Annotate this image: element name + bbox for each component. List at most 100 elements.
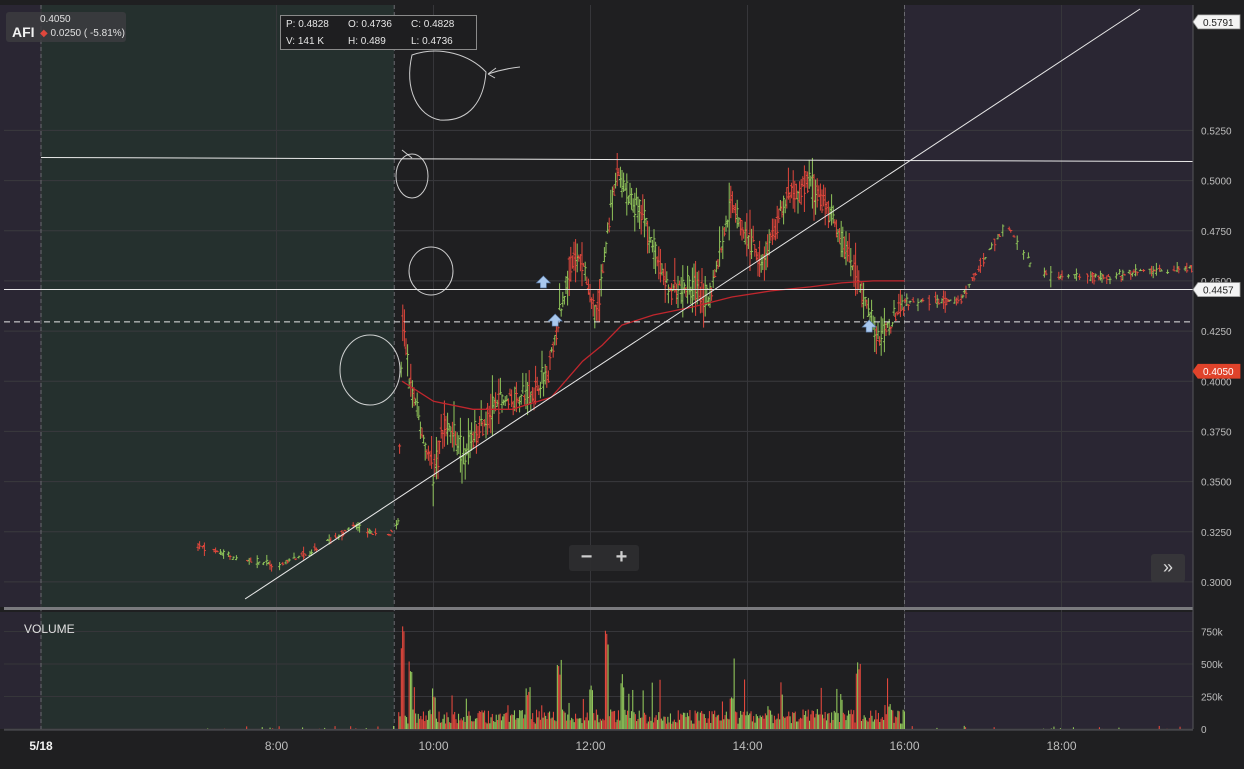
volume-bar [426,719,428,729]
volume-bar [598,722,600,729]
volume-bar [844,714,846,729]
volume-bar [822,714,824,729]
volume-bar [420,716,422,729]
volume-bar [767,706,769,729]
volume-bar [936,727,938,729]
volume-bar [664,716,666,729]
volume-bar [468,711,470,729]
volume-bar [487,710,489,729]
volume-bar [589,689,591,729]
volume-bar [801,718,803,729]
volume-bar [880,718,882,729]
volume-bar [736,712,738,729]
volume-bar [621,674,623,729]
volume-bar [459,720,461,729]
volume-bar [565,720,567,729]
volume-bar [728,719,730,729]
volume-bar [424,721,426,729]
volume-bar [872,721,874,729]
volume-bar [693,723,695,729]
zoom-in-button[interactable]: + [604,545,639,571]
volume-bar [759,715,761,729]
volume-bar [711,711,713,729]
volume-bar [498,714,500,729]
volume-bar [792,712,794,729]
price-tick-label: 0.3000 [1201,578,1232,589]
volume-bar [556,664,558,729]
volume-bar [811,710,813,729]
volume-bar [883,719,885,729]
ohlc-high: H: 0.489 [348,36,386,47]
volume-bar [692,723,694,729]
volume-bar [630,711,632,729]
price-tick-label: 0.4000 [1201,377,1232,388]
ohlc-tooltip: P: 0.4828 O: 0.4736 C: 0.4828 V: 141 K H… [280,15,477,50]
volume-bar [698,720,700,729]
volume-bar [606,633,608,729]
volume-bar [820,687,822,729]
volume-bar [564,712,566,729]
volume-bar [889,704,891,729]
volume-bar [581,723,583,729]
volume-bar [523,718,525,729]
volume-bar [1179,726,1181,729]
volume-bar [658,712,660,729]
volume-bar [421,719,423,729]
volume-bar [829,722,831,729]
volume-bar [465,698,467,729]
volume-bar [725,711,727,729]
volume-bar [533,722,535,729]
volume-bar [521,710,523,729]
volume-bar [602,718,604,729]
volume-tick-label: 0 [1201,725,1207,736]
volume-bar [675,722,677,729]
volume-bar [503,713,505,729]
zoom-controls: − + [569,545,639,571]
volume-bar [638,710,640,729]
volume-bar [494,722,496,729]
chart-canvas[interactable]: 0.30000.32500.35000.37500.40000.42500.45… [0,0,1244,769]
scroll-to-latest-button[interactable]: » [1151,554,1185,582]
volume-bar [861,720,863,729]
volume-bar [524,714,526,729]
volume-bar [708,711,710,729]
volume-bar [478,711,480,729]
volume-bar [841,699,843,729]
ticker-change-value: 0.0250 [50,28,82,39]
zoom-out-button[interactable]: − [569,545,604,571]
volume-bar [416,722,418,729]
volume-bar [777,713,779,729]
time-tick-label: 14:00 [732,739,762,753]
volume-bar [716,715,718,729]
volume-bar [753,716,755,729]
time-tick-label: 8:00 [265,739,289,753]
volume-bar [871,715,873,729]
volume-bar [493,721,495,729]
volume-bar [816,709,818,729]
volume-bar [784,717,786,729]
ticker-symbol[interactable]: AFI [12,24,35,40]
volume-bar [593,713,595,729]
volume-bar [656,719,658,729]
session-band-afterhours [904,612,1193,729]
plus-icon: + [615,546,628,568]
volume-bar [614,710,616,729]
volume-bar [790,723,792,729]
volume-bar [649,716,651,729]
volume-bar [445,723,447,729]
volume-bar [723,719,725,729]
volume-bar [707,718,709,729]
pane-separator[interactable] [4,607,1193,610]
volume-bar [490,717,492,729]
volume-bar [562,709,564,729]
volume-bar [815,713,817,729]
volume-bar [864,717,866,729]
volume-bar [408,661,410,729]
volume-bar [261,727,263,729]
volume-bar [575,713,577,729]
volume-bar [612,711,614,729]
volume-bar [685,717,687,729]
volume-bar [438,711,440,729]
volume-bar [578,718,580,729]
volume-bar [1059,728,1061,729]
